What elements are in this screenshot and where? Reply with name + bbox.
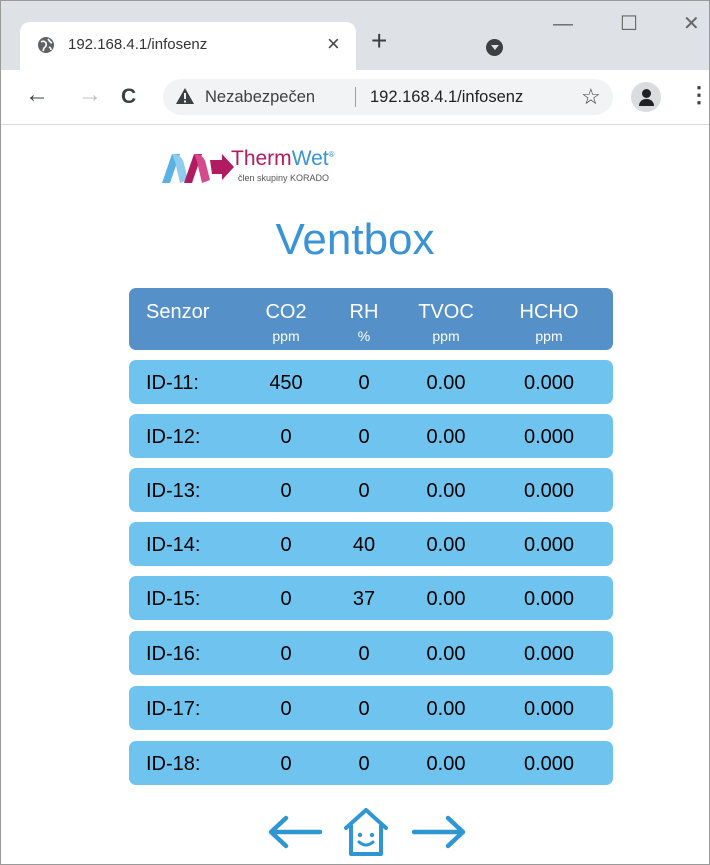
security-status[interactable]: Nezabezpečen	[205, 88, 315, 107]
rh-value: 0	[358, 480, 370, 502]
rh-value: 0	[358, 753, 370, 775]
sensor-id: ID-15:	[146, 588, 201, 610]
table-row: ID-17: 0 0 0.00 0.000	[129, 686, 613, 730]
tvoc-value: 0.00	[426, 426, 466, 448]
hcho-value: 0.000	[523, 698, 575, 720]
address-bar[interactable]: Nezabezpečen 192.168.4.1/infosenz ☆	[163, 79, 613, 115]
menu-icon[interactable]: ⋮	[688, 83, 710, 107]
co2-value: 450	[269, 372, 303, 394]
sensor-id: ID-11:	[146, 372, 199, 394]
rh-value: 40	[352, 534, 376, 556]
table-row: ID-16: 0 0 0.00 0.000	[129, 631, 613, 675]
arrow-left-icon[interactable]	[266, 814, 322, 850]
header-hcho: HCHO	[519, 301, 579, 323]
browser-tab[interactable]: 192.168.4.1/infosenz ×	[20, 22, 356, 70]
hcho-value: 0.000	[523, 480, 575, 502]
header-rh: RH	[349, 301, 379, 323]
logo-text: ThermWet®	[231, 147, 335, 170]
co2-value: 0	[280, 588, 292, 610]
hcho-value: 0.000	[523, 372, 575, 394]
rh-value: 0	[358, 372, 370, 394]
sensor-id: ID-12:	[146, 426, 201, 448]
tvoc-value: 0.00	[426, 534, 466, 556]
browser-tabstrip: 192.168.4.1/infosenz × + — ☐ ✕	[0, 0, 710, 70]
browser-toolbar: ← → C Nezabezpečen 192.168.4.1/infosenz …	[0, 70, 710, 125]
rh-value: 0	[358, 426, 370, 448]
footer-nav	[0, 800, 710, 860]
co2-value: 0	[280, 753, 292, 775]
bookmark-star-icon[interactable]: ☆	[581, 84, 601, 110]
header-co2-unit: ppm	[272, 328, 300, 344]
table-row: ID-13: 0 0 0.00 0.000	[129, 468, 613, 512]
sensor-id: ID-13:	[146, 480, 201, 502]
rh-value: 0	[358, 643, 370, 665]
table-header: Senzor CO2 ppm RH % TVOC ppm HCHO ppm	[129, 288, 613, 350]
sensor-id: ID-17:	[146, 698, 201, 720]
sensor-id: ID-16:	[146, 643, 201, 665]
table-row: ID-15: 0 37 0.00 0.000	[129, 576, 613, 620]
co2-value: 0	[280, 643, 292, 665]
header-tvoc-unit: ppm	[432, 328, 460, 344]
header-senzor: Senzor	[146, 301, 210, 323]
profile-avatar[interactable]	[631, 82, 661, 112]
header-hcho-unit: ppm	[535, 328, 563, 344]
tvoc-value: 0.00	[426, 753, 466, 775]
forward-icon[interactable]: →	[78, 83, 102, 107]
back-icon[interactable]: ←	[25, 83, 49, 107]
hcho-value: 0.000	[523, 753, 575, 775]
tab-close-icon[interactable]: ×	[327, 33, 340, 55]
rh-value: 0	[358, 698, 370, 720]
co2-value: 0	[280, 480, 292, 502]
warning-icon[interactable]	[175, 86, 195, 106]
globe-icon	[38, 37, 54, 53]
minimize-icon[interactable]: —	[553, 14, 573, 34]
co2-value: 0	[280, 534, 292, 556]
header-tvoc: TVOC	[418, 301, 474, 323]
rh-value: 37	[352, 588, 376, 610]
header-co2: CO2	[265, 301, 307, 323]
co2-value: 0	[280, 426, 292, 448]
address-separator	[355, 87, 356, 107]
hcho-value: 0.000	[523, 643, 575, 665]
hcho-value: 0.000	[523, 534, 575, 556]
table-row: ID-18: 0 0 0.00 0.000	[129, 741, 613, 785]
tvoc-value: 0.00	[426, 698, 466, 720]
tvoc-value: 0.00	[426, 480, 466, 502]
tab-search-icon[interactable]	[486, 39, 503, 56]
tvoc-value: 0.00	[426, 588, 466, 610]
home-icon[interactable]	[342, 806, 390, 858]
tvoc-value: 0.00	[426, 372, 466, 394]
sensor-id: ID-18:	[146, 753, 201, 775]
arrow-right-icon[interactable]	[412, 814, 468, 850]
maximize-icon[interactable]: ☐	[620, 14, 638, 34]
sensor-id: ID-14:	[146, 534, 201, 556]
close-window-icon[interactable]: ✕	[683, 14, 700, 34]
logo-mark-icon	[162, 154, 234, 183]
tvoc-value: 0.00	[426, 643, 466, 665]
co2-value: 0	[280, 698, 292, 720]
hcho-value: 0.000	[523, 426, 575, 448]
table-row: ID-12: 0 0 0.00 0.000	[129, 414, 613, 458]
table-row: ID-11: 450 0 0.00 0.000	[129, 360, 613, 404]
tab-title: 192.168.4.1/infosenz	[68, 36, 208, 53]
url-text[interactable]: 192.168.4.1/infosenz	[370, 88, 523, 107]
header-rh-unit: %	[357, 328, 371, 344]
hcho-value: 0.000	[523, 588, 575, 610]
table-row: ID-14: 0 40 0.00 0.000	[129, 522, 613, 566]
page-title: Ventbox	[275, 215, 435, 264]
logo-tagline: člen skupiny KORADO	[238, 173, 330, 183]
reload-icon[interactable]: C	[121, 85, 136, 109]
thermwet-logo: ThermWet® člen skupiny KORADO	[160, 147, 380, 189]
new-tab-button[interactable]: +	[371, 27, 387, 55]
